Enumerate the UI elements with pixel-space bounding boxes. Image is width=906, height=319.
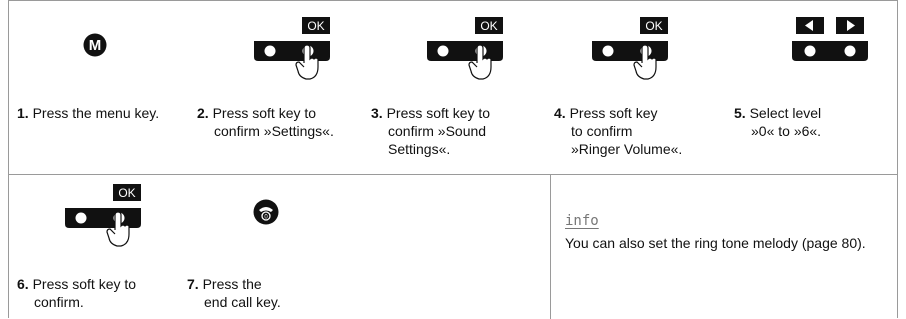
menu-key-icon: M bbox=[83, 33, 107, 57]
step-number: 3. bbox=[371, 105, 383, 121]
step-number: 1. bbox=[17, 105, 29, 121]
step-text: Press soft key bbox=[569, 105, 658, 121]
end-call-key-icon: 0 bbox=[253, 199, 279, 225]
step-text: to confirm bbox=[571, 123, 633, 139]
info-text: You can also set the ring tone melody (p… bbox=[565, 235, 866, 251]
step-number: 5. bbox=[734, 105, 746, 121]
ok-softkey-icon bbox=[591, 17, 669, 80]
frame-top-border bbox=[8, 0, 898, 1]
step-text: Press the bbox=[202, 276, 262, 292]
step-2: 2. Press soft key to confirm »Settings«. bbox=[197, 104, 334, 140]
step-number: 4. bbox=[554, 105, 566, 121]
svg-text:M: M bbox=[89, 37, 102, 54]
row-divider bbox=[8, 174, 550, 175]
step-text: »0« to »6«. bbox=[751, 123, 822, 139]
step-text: confirm »Settings«. bbox=[214, 123, 334, 139]
step-6: 6. Press soft key to confirm. bbox=[17, 275, 136, 311]
step-3: 3. Press soft key to confirm »Sound Sett… bbox=[371, 104, 490, 158]
step-text: »Ringer Volume«. bbox=[571, 141, 683, 157]
step-1: 1. Press the menu key. bbox=[17, 104, 159, 122]
step-text: confirm »Sound bbox=[388, 123, 487, 139]
step-text: Settings«. bbox=[388, 141, 451, 157]
frame-left-border bbox=[8, 0, 9, 318]
ok-softkey-icon bbox=[426, 17, 504, 80]
step-text: Press the menu key. bbox=[32, 105, 160, 121]
step-7: 7. Press the end call key. bbox=[187, 275, 281, 311]
ok-softkey-icon bbox=[253, 17, 331, 80]
step-text: end call key. bbox=[204, 294, 281, 310]
step-text: Select level bbox=[749, 105, 822, 121]
step-number: 2. bbox=[197, 105, 209, 121]
ok-softkey-icon bbox=[64, 184, 142, 247]
step-text: Press soft key to bbox=[386, 105, 491, 121]
step-number: 7. bbox=[187, 276, 199, 292]
step-5: 5. Select level »0« to »6«. bbox=[734, 104, 821, 140]
step-text: Press soft key to bbox=[212, 105, 317, 121]
step-text: Press soft key to bbox=[32, 276, 137, 292]
step-text: confirm. bbox=[34, 294, 84, 310]
step-4: 4. Press soft key to confirm »Ringer Vol… bbox=[554, 104, 682, 158]
arrow-keys-icon bbox=[792, 17, 868, 61]
step-number: 6. bbox=[17, 276, 29, 292]
info-heading: info bbox=[565, 213, 599, 229]
